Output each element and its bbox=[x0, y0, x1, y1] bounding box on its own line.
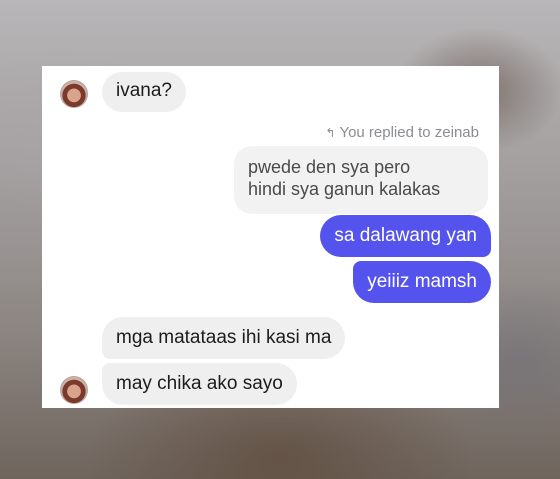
chat-screenshot: ivana? ↰ You replied to zeinab pwede den … bbox=[42, 66, 499, 408]
contact-avatar[interactable] bbox=[60, 80, 88, 108]
message-bubble-incoming[interactable]: may chika ako sayo bbox=[102, 363, 297, 405]
reply-arrow-icon: ↰ bbox=[325, 126, 336, 140]
reply-indicator: ↰ You replied to zeinab bbox=[325, 124, 479, 141]
message-bubble-outgoing[interactable]: sa dalawang yan bbox=[320, 215, 491, 257]
reply-indicator-label: You replied to zeinab bbox=[339, 124, 479, 141]
message-text: ivana? bbox=[116, 80, 172, 101]
message-text: may chika ako sayo bbox=[116, 373, 283, 394]
quoted-message-bubble[interactable]: pwede den sya pero hindi sya ganun kalak… bbox=[234, 146, 488, 214]
message-text: mga matataas ihi kasi ma bbox=[116, 327, 332, 348]
message-bubble-outgoing[interactable]: yeiiiz mamsh bbox=[353, 261, 491, 303]
message-text: yeiiiz mamsh bbox=[367, 271, 477, 292]
message-bubble-incoming[interactable]: mga matataas ihi kasi ma bbox=[102, 317, 346, 359]
contact-avatar[interactable] bbox=[60, 376, 88, 404]
message-bubble-incoming[interactable]: ivana? bbox=[102, 72, 186, 112]
quoted-message-line: pwede den sya pero bbox=[248, 157, 411, 177]
quoted-message-line: hindi sya ganun kalakas bbox=[248, 179, 441, 199]
message-text: sa dalawang yan bbox=[334, 225, 477, 246]
